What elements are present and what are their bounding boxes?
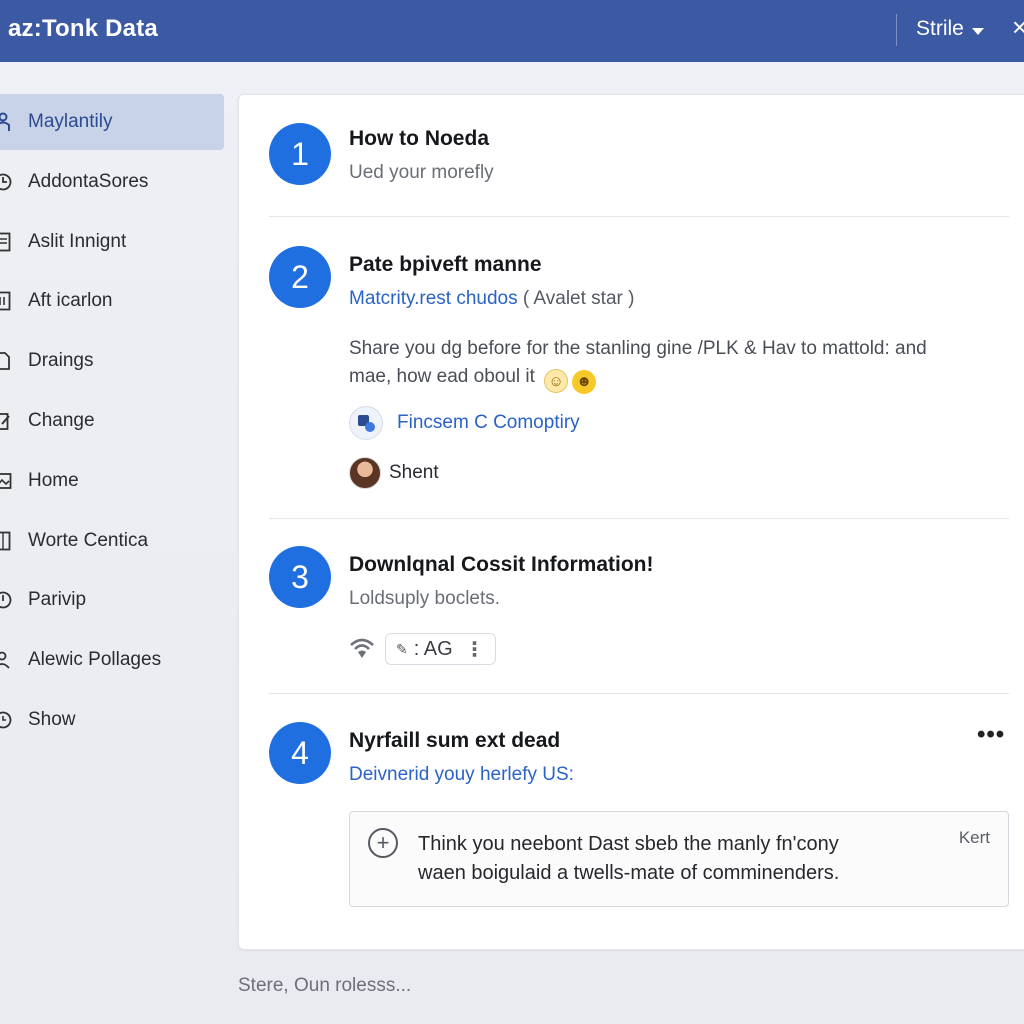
user-menu-dropdown[interactable]: Strile	[916, 17, 984, 41]
step-title: How to Noeda	[349, 127, 489, 150]
app-title: az:Tonk Data	[8, 15, 158, 42]
step-number-badge: 4	[269, 722, 331, 784]
step-body-line-text: mae, how ead oboul it	[349, 366, 541, 387]
sidebar-item-worte-centica[interactable]: Worte Centica	[0, 513, 224, 569]
step-number-badge: 2	[269, 246, 331, 308]
step-link-text: Matcrity.rest chudos	[349, 288, 518, 309]
comment-line-2: waen boigulaid a twells-mate of comminen…	[418, 862, 840, 884]
comment-line: Think you neebont Dast sbeb the manly fn…	[418, 833, 839, 855]
grin-icon: ☻	[572, 370, 597, 394]
step-body-line-2: mae, how ead oboul it ☺ ☻	[349, 363, 989, 394]
pin-icon	[0, 589, 12, 611]
avatar	[349, 457, 381, 489]
step-body-line: Share you dg before for the stanling gin…	[349, 338, 927, 359]
sidebar-item-label: Parivip	[28, 589, 87, 611]
sidebar-item-parivip[interactable]: Parivip	[0, 572, 224, 628]
top-bar: az:Tonk Data Strile ×	[0, 0, 1024, 62]
sidebar-item-show[interactable]: Show	[0, 692, 224, 748]
top-divider	[896, 14, 897, 46]
document-icon	[0, 231, 12, 253]
step-subtitle: Loldsuply boclets.	[349, 588, 501, 609]
users-icon	[0, 649, 12, 671]
sidebar-item-maylantily[interactable]: Maylantily	[0, 94, 224, 150]
list-icon	[0, 290, 12, 312]
step-actions: ✎ : AG ⋮	[349, 633, 496, 665]
sidebar-item-addontasores[interactable]: AddontaSores	[0, 154, 224, 210]
tag-chip[interactable]: ✎ : AG ⋮	[385, 633, 496, 665]
page-icon	[0, 350, 12, 372]
wifi-icon[interactable]	[349, 636, 375, 662]
sidebar-item-aft-icarlon[interactable]: Aft icarlon	[0, 273, 224, 329]
step-link-suffix: ( Avalet star )	[522, 288, 635, 309]
step-title: Downlqnal Cossit Information!	[349, 553, 654, 576]
steps-panel: 1 How to Noeda Ued your morefly 2 Pate b…	[238, 94, 1024, 950]
step-subtitle: Ued your morefly	[349, 162, 494, 183]
sidebar-item-draings[interactable]: Draings	[0, 333, 224, 389]
step-number-badge: 1	[269, 123, 331, 185]
step-title: Pate bpiveft manne	[349, 253, 542, 276]
file-icon	[0, 530, 12, 552]
attachment-label: Fincsem C Comoptiry	[397, 412, 580, 433]
step-number-badge: 3	[269, 546, 331, 608]
pencil-icon: ✎	[396, 640, 408, 657]
circle-icon	[0, 709, 12, 731]
step-link[interactable]: Deivnerid youy herlefy US:	[349, 764, 574, 786]
more-options-icon[interactable]: •••	[977, 721, 1005, 749]
add-icon[interactable]: +	[368, 828, 398, 858]
image-icon	[0, 470, 12, 492]
sidebar-item-label: Aslit Innignt	[28, 230, 127, 252]
chip-label: : AG	[413, 637, 453, 660]
sidebar-item-label: Change	[28, 409, 95, 431]
comment-tag: Kert	[958, 828, 990, 847]
comment-text: Think you neebont Dast sbeb the manly fn…	[418, 830, 918, 888]
sidebar-item-aslit-innignt[interactable]: Aslit Innignt	[0, 214, 224, 270]
sidebar-item-label: Alewic Pollages	[28, 649, 162, 671]
chevron-down-icon	[971, 27, 984, 35]
sidebar: Maylantily AddontaSores Aslit Innignt Af…	[0, 94, 224, 752]
clock-icon	[0, 171, 12, 193]
smiley-icon: ☺	[544, 369, 569, 393]
user-name: Shent	[389, 462, 439, 483]
sidebar-item-label: Aft icarlon	[28, 290, 113, 312]
sidebar-item-label: Worte Centica	[28, 529, 149, 551]
divider	[269, 518, 1009, 519]
sidebar-item-label: Draings	[28, 350, 94, 372]
user-menu-label: Strile	[916, 17, 964, 40]
step-link[interactable]: Matcrity.rest chudos ( Avalet star )	[349, 288, 634, 310]
sidebar-item-label: AddontaSores	[28, 170, 149, 192]
user-row[interactable]: Shent	[349, 457, 439, 489]
sidebar-item-alewic-pollages[interactable]: Alewic Pollages	[0, 632, 224, 688]
close-icon[interactable]: ×	[1012, 14, 1024, 40]
footer-status-text: Stere, Oun rolesss...	[238, 975, 412, 996]
edit-icon	[0, 410, 12, 432]
attachment-link[interactable]: Fincsem C Comoptiry	[349, 406, 580, 440]
step-title: Nyrfaill sum ext dead	[349, 729, 561, 752]
sidebar-item-change[interactable]: Change	[0, 393, 224, 449]
attachment-icon	[349, 406, 383, 440]
step-body: Share you dg before for the stanling gin…	[349, 335, 989, 394]
kebab-menu-icon[interactable]: ⋮	[465, 637, 485, 662]
comment-box[interactable]: + Think you neebont Dast sbeb the manly …	[349, 811, 1009, 907]
sidebar-item-label: Maylantily	[28, 111, 113, 132]
divider	[269, 216, 1009, 217]
person-icon	[0, 111, 12, 133]
sidebar-item-home[interactable]: Home	[0, 453, 224, 509]
sidebar-item-label: Home	[28, 469, 79, 491]
divider	[269, 693, 1009, 694]
sidebar-item-label: Show	[28, 708, 76, 730]
